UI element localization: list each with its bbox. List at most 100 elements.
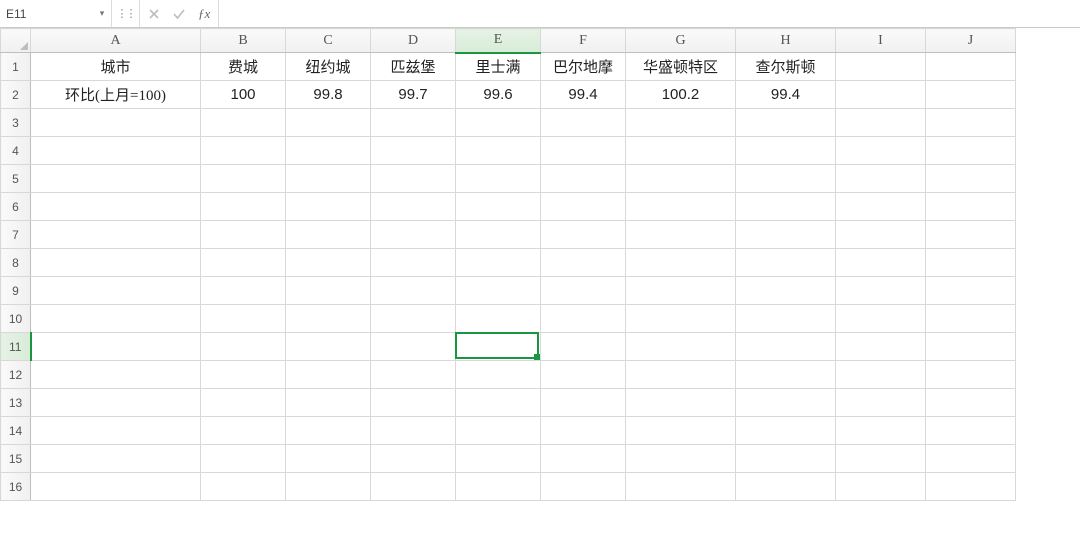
- cell-H9[interactable]: [736, 277, 836, 305]
- cell-D12[interactable]: [371, 361, 456, 389]
- cell-I8[interactable]: [836, 249, 926, 277]
- cell-B2[interactable]: 100: [201, 81, 286, 109]
- cell-A11[interactable]: [31, 333, 201, 361]
- column-header-C[interactable]: C: [286, 29, 371, 53]
- cell-A3[interactable]: [31, 109, 201, 137]
- cell-G1[interactable]: 华盛顿特区: [626, 53, 736, 81]
- cell-G6[interactable]: [626, 193, 736, 221]
- cell-F15[interactable]: [541, 445, 626, 473]
- spreadsheet-grid[interactable]: ABCDEFGHIJ1城市费城纽约城匹兹堡里士满巴尔地摩华盛顿特区查尔斯顿2环比…: [0, 28, 1080, 533]
- cell-C2[interactable]: 99.8: [286, 81, 371, 109]
- cell-A15[interactable]: [31, 445, 201, 473]
- cell-I10[interactable]: [836, 305, 926, 333]
- column-header-B[interactable]: B: [201, 29, 286, 53]
- row-header-7[interactable]: 7: [1, 221, 31, 249]
- column-header-H[interactable]: H: [736, 29, 836, 53]
- cell-E16[interactable]: [456, 473, 541, 501]
- cell-C5[interactable]: [286, 165, 371, 193]
- cell-D8[interactable]: [371, 249, 456, 277]
- cell-B6[interactable]: [201, 193, 286, 221]
- cell-B16[interactable]: [201, 473, 286, 501]
- cell-F4[interactable]: [541, 137, 626, 165]
- cell-G3[interactable]: [626, 109, 736, 137]
- cell-G16[interactable]: [626, 473, 736, 501]
- cell-G9[interactable]: [626, 277, 736, 305]
- cell-G4[interactable]: [626, 137, 736, 165]
- cell-H16[interactable]: [736, 473, 836, 501]
- cell-I13[interactable]: [836, 389, 926, 417]
- cell-A16[interactable]: [31, 473, 201, 501]
- column-header-D[interactable]: D: [371, 29, 456, 53]
- cell-E4[interactable]: [456, 137, 541, 165]
- cell-B4[interactable]: [201, 137, 286, 165]
- row-header-8[interactable]: 8: [1, 249, 31, 277]
- dropdown-icon[interactable]: ▾: [97, 9, 107, 19]
- cell-D3[interactable]: [371, 109, 456, 137]
- cell-F1[interactable]: 巴尔地摩: [541, 53, 626, 81]
- cell-E9[interactable]: [456, 277, 541, 305]
- cell-C4[interactable]: [286, 137, 371, 165]
- cell-H6[interactable]: [736, 193, 836, 221]
- cell-G8[interactable]: [626, 249, 736, 277]
- cell-D14[interactable]: [371, 417, 456, 445]
- cell-B1[interactable]: 费城: [201, 53, 286, 81]
- cell-H10[interactable]: [736, 305, 836, 333]
- cell-E15[interactable]: [456, 445, 541, 473]
- options-icon[interactable]: ⋮⋮: [112, 0, 140, 27]
- cell-H11[interactable]: [736, 333, 836, 361]
- cell-G12[interactable]: [626, 361, 736, 389]
- cell-J11[interactable]: [926, 333, 1016, 361]
- cell-D16[interactable]: [371, 473, 456, 501]
- cell-B12[interactable]: [201, 361, 286, 389]
- cell-A13[interactable]: [31, 389, 201, 417]
- cell-A4[interactable]: [31, 137, 201, 165]
- cell-A8[interactable]: [31, 249, 201, 277]
- cell-D4[interactable]: [371, 137, 456, 165]
- cell-F9[interactable]: [541, 277, 626, 305]
- cell-B5[interactable]: [201, 165, 286, 193]
- column-header-F[interactable]: F: [541, 29, 626, 53]
- cell-J15[interactable]: [926, 445, 1016, 473]
- cell-A6[interactable]: [31, 193, 201, 221]
- cell-H14[interactable]: [736, 417, 836, 445]
- cell-D5[interactable]: [371, 165, 456, 193]
- cell-I4[interactable]: [836, 137, 926, 165]
- select-all-corner[interactable]: [1, 29, 31, 53]
- cell-E12[interactable]: [456, 361, 541, 389]
- cell-E8[interactable]: [456, 249, 541, 277]
- cell-J3[interactable]: [926, 109, 1016, 137]
- cell-A10[interactable]: [31, 305, 201, 333]
- cell-E10[interactable]: [456, 305, 541, 333]
- cell-G2[interactable]: 100.2: [626, 81, 736, 109]
- cell-B10[interactable]: [201, 305, 286, 333]
- cell-B8[interactable]: [201, 249, 286, 277]
- cell-A9[interactable]: [31, 277, 201, 305]
- name-box[interactable]: E11 ▾: [0, 0, 112, 27]
- cell-J12[interactable]: [926, 361, 1016, 389]
- cell-J14[interactable]: [926, 417, 1016, 445]
- cell-E13[interactable]: [456, 389, 541, 417]
- cell-D7[interactable]: [371, 221, 456, 249]
- cell-F14[interactable]: [541, 417, 626, 445]
- cell-I2[interactable]: [836, 81, 926, 109]
- cell-B3[interactable]: [201, 109, 286, 137]
- cell-D11[interactable]: [371, 333, 456, 361]
- cell-G7[interactable]: [626, 221, 736, 249]
- cell-E6[interactable]: [456, 193, 541, 221]
- cell-F2[interactable]: 99.4: [541, 81, 626, 109]
- row-header-6[interactable]: 6: [1, 193, 31, 221]
- cell-J1[interactable]: [926, 53, 1016, 81]
- row-header-9[interactable]: 9: [1, 277, 31, 305]
- fx-icon[interactable]: ƒx: [198, 6, 210, 22]
- cell-I12[interactable]: [836, 361, 926, 389]
- cell-B11[interactable]: [201, 333, 286, 361]
- cell-J4[interactable]: [926, 137, 1016, 165]
- cell-H1[interactable]: 查尔斯顿: [736, 53, 836, 81]
- row-header-1[interactable]: 1: [1, 53, 31, 81]
- cell-A14[interactable]: [31, 417, 201, 445]
- cell-F11[interactable]: [541, 333, 626, 361]
- cell-C14[interactable]: [286, 417, 371, 445]
- cell-E7[interactable]: [456, 221, 541, 249]
- row-header-11[interactable]: 11: [1, 333, 31, 361]
- formula-input[interactable]: [219, 0, 1080, 27]
